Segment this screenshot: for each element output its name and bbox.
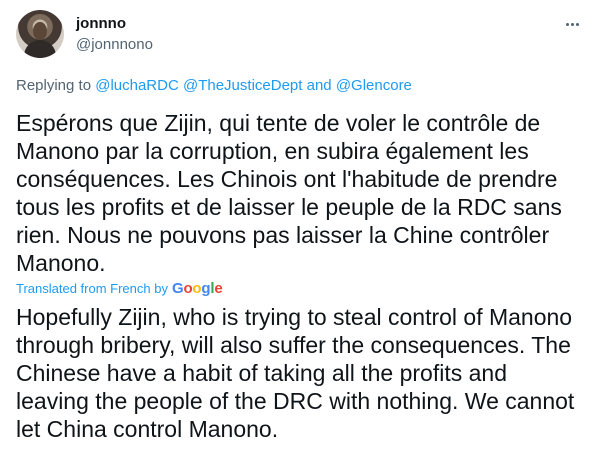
avatar-shoulders	[24, 40, 56, 58]
google-logo: Google	[171, 279, 223, 297]
tweet: jonnno @jonnnono Replying to @luchaRDC @…	[0, 0, 598, 454]
reply-prefix: Replying to	[16, 77, 96, 94]
tweet-translation-text: Hopefully Zijin, who is trying to steal …	[16, 304, 575, 442]
translated-label: Translated from French by	[16, 280, 168, 296]
reply-context: Replying to @luchaRDC @TheJusticeDept an…	[16, 76, 412, 96]
author-handle[interactable]: @jonnnono	[76, 35, 153, 55]
tweet-header: jonnno @jonnnono	[16, 10, 582, 66]
translated-from[interactable]: Translated from French by Google	[16, 278, 223, 298]
tweet-original-text: Espérons que Zijin, qui tente de voler l…	[16, 110, 562, 276]
more-horizontal-icon[interactable]	[562, 14, 582, 34]
mention-justicedept[interactable]: @TheJusticeDept	[183, 77, 302, 94]
mention-lucharc[interactable]: @luchaRDC	[95, 77, 179, 94]
author-display-name[interactable]: jonnno	[76, 14, 153, 34]
mention-glencore[interactable]: @Glencore	[336, 77, 412, 94]
avatar-head	[33, 22, 47, 40]
avatar[interactable]	[16, 10, 64, 58]
author-names: jonnno @jonnnono	[76, 14, 153, 55]
reply-and: and	[302, 77, 336, 94]
